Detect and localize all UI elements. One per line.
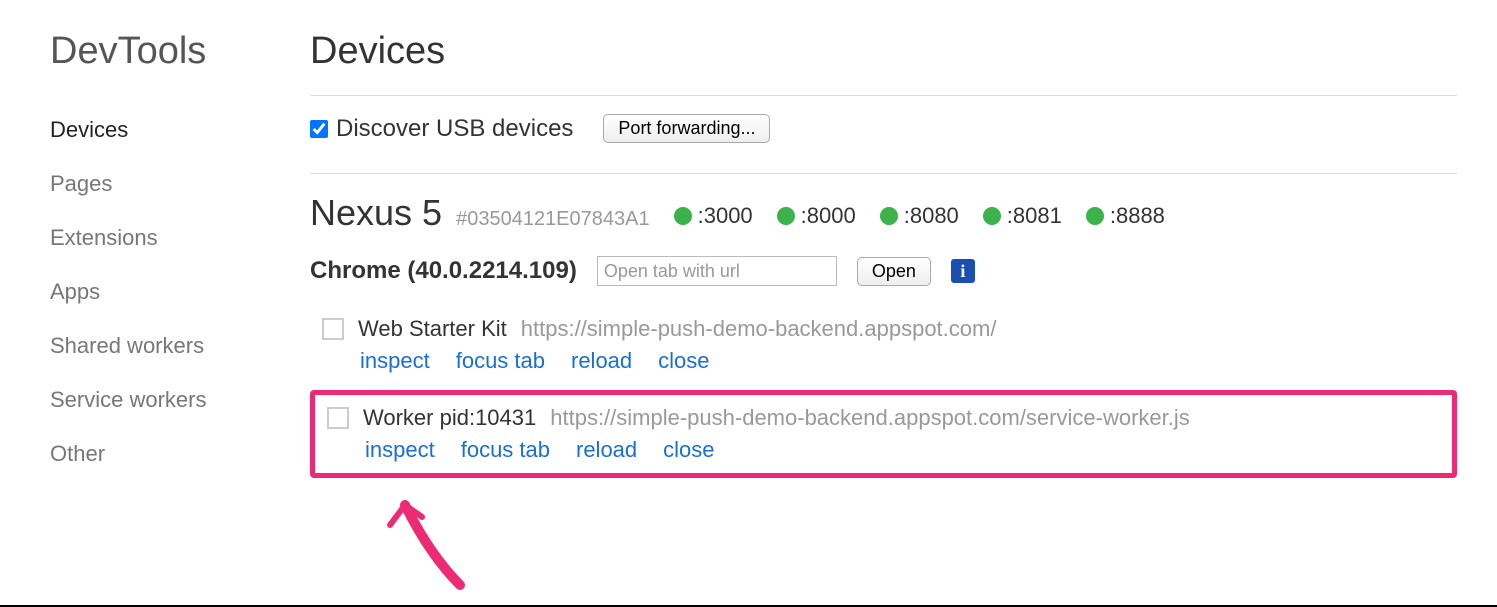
open-button[interactable]: Open bbox=[857, 257, 931, 286]
tab-title: Web Starter Kit bbox=[358, 316, 507, 342]
device-header: Nexus 5 #03504121E07843A1 :3000 :8000 :8… bbox=[310, 192, 1457, 234]
port-label: :3000 bbox=[698, 203, 753, 229]
discover-usb-checkbox-wrap[interactable]: Discover USB devices bbox=[310, 115, 573, 143]
discover-usb-checkbox[interactable] bbox=[310, 120, 328, 138]
tab-action-close[interactable]: close bbox=[658, 348, 709, 374]
tab-entry: Web Starter Kit https://simple-push-demo… bbox=[310, 306, 1457, 384]
tab-action-inspect[interactable]: inspect bbox=[365, 437, 435, 463]
tab-entry-highlighted: Worker pid:10431 https://simple-push-dem… bbox=[310, 390, 1457, 478]
open-tab-url-input[interactable] bbox=[597, 256, 837, 286]
tab-checkbox[interactable] bbox=[322, 318, 344, 340]
tab-checkbox[interactable] bbox=[327, 407, 349, 429]
port-forwarding-button[interactable]: Port forwarding... bbox=[603, 114, 770, 143]
sidebar-item-other[interactable]: Other bbox=[50, 427, 270, 481]
sidebar: DevTools Devices Pages Extensions Apps S… bbox=[0, 30, 270, 605]
port-label: :8000 bbox=[801, 203, 856, 229]
port-8080: :8080 bbox=[880, 203, 959, 229]
port-3000: :3000 bbox=[674, 203, 753, 229]
main-content: Devices Discover USB devices Port forwar… bbox=[270, 30, 1497, 605]
tab-action-inspect[interactable]: inspect bbox=[360, 348, 430, 374]
port-8888: :8888 bbox=[1086, 203, 1165, 229]
page-title: Devices bbox=[310, 30, 1457, 73]
divider bbox=[310, 95, 1457, 96]
tab-url: https://simple-push-demo-backend.appspot… bbox=[521, 316, 997, 342]
status-dot-icon bbox=[880, 207, 898, 225]
sidebar-item-service-workers[interactable]: Service workers bbox=[50, 373, 270, 427]
port-label: :8080 bbox=[904, 203, 959, 229]
sidebar-item-devices[interactable]: Devices bbox=[50, 103, 270, 157]
top-controls: Discover USB devices Port forwarding... bbox=[310, 114, 1457, 143]
status-dot-icon bbox=[983, 207, 1001, 225]
browser-row: Chrome (40.0.2214.109) Open i bbox=[310, 256, 1457, 286]
port-8081: :8081 bbox=[983, 203, 1062, 229]
sidebar-item-apps[interactable]: Apps bbox=[50, 265, 270, 319]
port-8000: :8000 bbox=[777, 203, 856, 229]
tab-action-focus[interactable]: focus tab bbox=[461, 437, 550, 463]
tab-action-reload[interactable]: reload bbox=[571, 348, 632, 374]
port-label: :8888 bbox=[1110, 203, 1165, 229]
sidebar-item-shared-workers[interactable]: Shared workers bbox=[50, 319, 270, 373]
device-name: Nexus 5 bbox=[310, 192, 442, 234]
tab-url: https://simple-push-demo-backend.appspot… bbox=[550, 405, 1190, 431]
sidebar-item-pages[interactable]: Pages bbox=[50, 157, 270, 211]
tab-action-reload[interactable]: reload bbox=[576, 437, 637, 463]
sidebar-title: DevTools bbox=[50, 30, 270, 73]
divider bbox=[310, 173, 1457, 174]
tab-title: Worker pid:10431 bbox=[363, 405, 536, 431]
discover-usb-label: Discover USB devices bbox=[336, 115, 573, 143]
sidebar-item-extensions[interactable]: Extensions bbox=[50, 211, 270, 265]
status-dot-icon bbox=[674, 207, 692, 225]
tab-action-focus[interactable]: focus tab bbox=[456, 348, 545, 374]
info-icon[interactable]: i bbox=[951, 259, 975, 283]
tab-action-close[interactable]: close bbox=[663, 437, 714, 463]
device-id: #03504121E07843A1 bbox=[456, 208, 650, 231]
port-label: :8081 bbox=[1007, 203, 1062, 229]
status-dot-icon bbox=[777, 207, 795, 225]
status-dot-icon bbox=[1086, 207, 1104, 225]
browser-label: Chrome (40.0.2214.109) bbox=[310, 257, 577, 285]
